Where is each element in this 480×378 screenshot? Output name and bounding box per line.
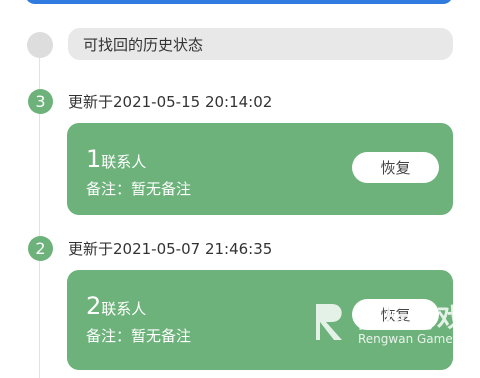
top-card-edge bbox=[25, 0, 453, 4]
restore-button[interactable]: 恢复 bbox=[352, 299, 439, 330]
contact-count-unit: 联系人 bbox=[101, 153, 147, 171]
backup-card: 1联系人 备注：暂无备注 恢复 bbox=[67, 123, 453, 215]
backup-note: 备注：暂无备注 bbox=[86, 327, 192, 345]
update-timestamp: 更新于2021-05-07 21:46:35 bbox=[68, 240, 273, 258]
timeline-index-badge: 2 bbox=[28, 236, 53, 261]
restore-button[interactable]: 恢复 bbox=[352, 152, 439, 183]
contact-count-number: 1 bbox=[86, 145, 102, 173]
contact-count-unit: 联系人 bbox=[101, 300, 147, 318]
backup-note: 备注：暂无备注 bbox=[86, 180, 192, 198]
update-timestamp: 更新于2021-05-15 20:14:02 bbox=[68, 93, 273, 111]
timeline-dot bbox=[27, 32, 53, 58]
history-section-header: 可找回的历史状态 bbox=[68, 28, 453, 60]
timeline-index-badge: 3 bbox=[28, 89, 53, 114]
backup-card: 2联系人 备注：暂无备注 恢复 bbox=[67, 270, 453, 370]
history-section-label: 可找回的历史状态 bbox=[83, 35, 204, 54]
contact-count: 2联系人 bbox=[86, 292, 146, 320]
contact-count-number: 2 bbox=[86, 292, 102, 320]
contact-count: 1联系人 bbox=[86, 145, 146, 173]
